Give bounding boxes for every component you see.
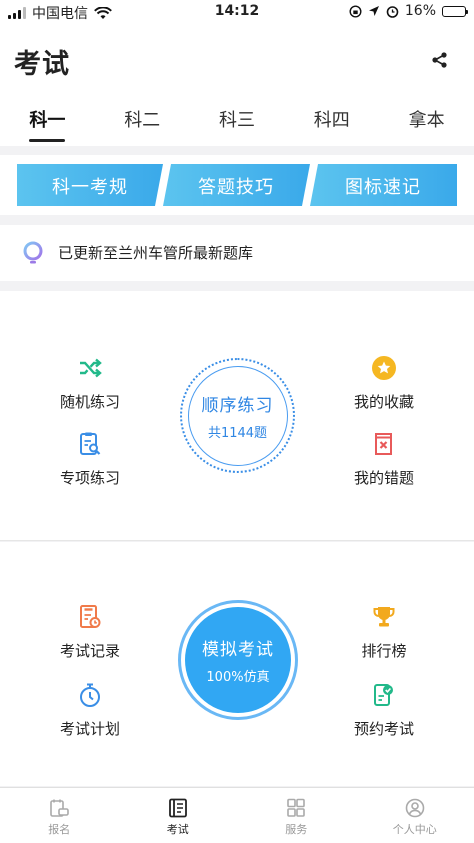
header: 考试 [0,24,474,94]
page-title: 考试 [14,49,70,80]
tab-registration[interactable]: 报名 [0,788,119,843]
update-notice[interactable]: 已更新至兰州车管所最新题库 [0,225,474,281]
rules-button[interactable]: 科一考规 [17,173,163,199]
bottom-tab-bar: 报名 考试 服务 个人中心 [0,787,474,843]
alarm-icon [386,5,399,18]
wrong-book-icon [375,433,392,455]
star-icon [372,356,396,380]
share-icon[interactable] [430,50,450,70]
favorites-button[interactable]: 我的收藏 [334,355,434,412]
status-bar: 中国电信 14:12 16% [0,0,474,24]
special-practice-button[interactable]: 专项练习 [40,431,140,488]
location-icon [368,6,379,16]
rotation-lock-icon [349,4,362,18]
exam-plan-button[interactable]: 考试计划 [40,682,140,739]
stopwatch-icon [80,683,100,707]
tab-subject-4[interactable]: 科四 [284,94,379,146]
shuffle-icon [80,358,102,378]
book-exam-button[interactable]: 预约考试 [334,682,434,739]
tab-subject-2[interactable]: 科二 [95,94,190,146]
favorites-label: 我的收藏 [353,393,414,411]
exam-records-label: 考试记录 [59,642,120,660]
tips-button[interactable]: 答题技巧 [163,173,309,199]
random-practice-button[interactable]: 随机练习 [40,355,140,412]
mock-exam-subtitle: 100%仿真 [206,670,270,685]
battery-percent: 16% [404,3,436,19]
book-exam-label: 预约考试 [353,720,414,738]
tab-profile-label: 个人中心 [392,823,437,836]
special-practice-label: 专项练习 [59,469,120,487]
ranking-label: 排行榜 [361,642,407,660]
tab-exam[interactable]: 考试 [119,788,238,843]
exam-records-button[interactable]: 考试记录 [40,604,140,661]
notice-text: 已更新至兰州车管所最新题库 [58,244,254,262]
mock-exam-button[interactable]: 模拟考试 100%仿真 [178,600,298,720]
battery-icon [442,5,468,17]
practice-panel: 随机练习 专项练习 顺序练习 共1144题 我的收藏 我的错题 [0,291,474,541]
quick-links-banner: 科一考规 答题技巧 图标速记 [17,164,457,206]
tab-services[interactable]: 服务 [237,788,356,843]
tab-license[interactable]: 拿本 [379,94,474,146]
tab-exam-label: 考试 [166,823,189,836]
tab-subject-3[interactable]: 科三 [190,94,285,146]
question-count: 共1144题 [207,425,268,441]
exam-plan-label: 考试计划 [59,720,120,738]
sign-memory-button[interactable]: 图标速记 [310,173,456,199]
mistakes-button[interactable]: 我的错题 [334,431,434,488]
clipboard-search-icon [80,432,101,455]
user-icon [405,798,425,818]
tab-subject-1[interactable]: 科一 [0,94,95,146]
grid-icon [287,798,306,817]
exam-panel: 考试记录 考试计划 模拟考试 100%仿真 排行榜 预约考试 [0,542,474,786]
bulb-icon [23,241,43,264]
registration-icon [50,799,70,817]
mistakes-label: 我的错题 [353,469,414,487]
mock-exam-title: 模拟考试 [202,640,274,660]
quick-links: 科一考规 答题技巧 图标速记 [0,155,474,215]
random-practice-label: 随机练习 [59,393,120,411]
calendar-check-icon [374,684,393,706]
sequential-practice-button[interactable]: 顺序练习 共1144题 [180,358,295,473]
trophy-icon [373,607,395,627]
ranking-button[interactable]: 排行榜 [334,604,434,661]
tab-profile[interactable]: 个人中心 [356,788,474,843]
subject-tabs: 科一 科二 科三 科四 拿本 [0,94,474,146]
score-record-icon [80,605,101,628]
tab-services-label: 服务 [285,823,308,836]
sequential-practice-title: 顺序练习 [201,395,274,416]
tab-registration-label: 报名 [48,823,71,836]
exam-paper-icon [168,798,187,818]
